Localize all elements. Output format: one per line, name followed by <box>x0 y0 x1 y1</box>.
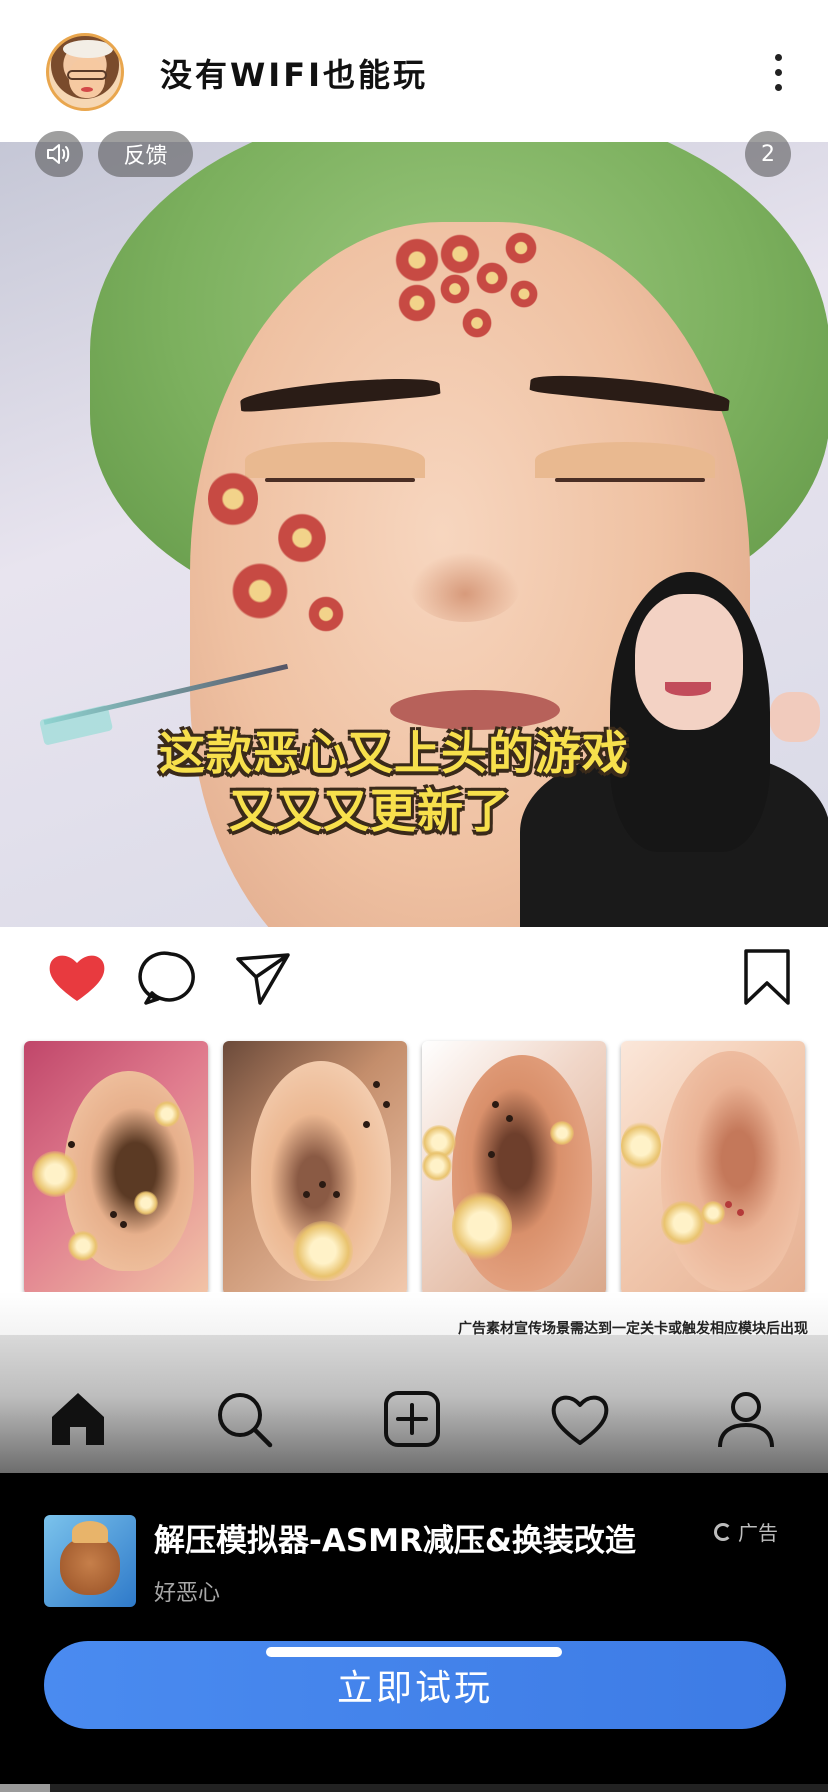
ad-marker-icon <box>714 1522 732 1541</box>
app-icon[interactable] <box>44 1515 136 1607</box>
bookmark-icon[interactable] <box>734 945 800 1011</box>
sound-toggle-button[interactable] <box>35 131 83 177</box>
thumbnail-2[interactable] <box>223 1041 407 1295</box>
thumbnail-1[interactable] <box>24 1041 208 1295</box>
comment-icon[interactable] <box>138 945 204 1011</box>
add-icon[interactable] <box>380 1387 444 1451</box>
thumbnail-4[interactable] <box>621 1041 805 1295</box>
post-actions <box>0 927 828 1037</box>
countdown-badge: 2 <box>745 131 791 177</box>
ad-label: 广告 <box>714 1517 778 1546</box>
speaker-icon <box>47 144 70 164</box>
video-progress-bar <box>0 1784 828 1792</box>
heart-icon[interactable] <box>44 945 110 1011</box>
favorites-icon[interactable] <box>548 1387 612 1451</box>
creative-thumbnails <box>0 1037 828 1295</box>
ad-video[interactable]: 这款恶心又上头的游戏 又又又更新了 <box>0 142 828 927</box>
search-icon[interactable] <box>212 1387 276 1451</box>
profile-icon[interactable] <box>714 1387 778 1451</box>
share-icon[interactable] <box>230 945 296 1011</box>
thumbnail-3[interactable] <box>422 1041 606 1295</box>
more-options-icon[interactable] <box>772 54 784 94</box>
app-name[interactable]: 解压模拟器-ASMR减压&换装改造 <box>154 1515 636 1560</box>
video-caption-line1: 这款恶心又上头的游戏 <box>159 726 629 780</box>
ad-subtitle: 好恶心 <box>154 1581 221 1606</box>
home-icon[interactable] <box>46 1387 110 1451</box>
ad-card: 解压模拟器-ASMR减压&换装改造 好恶心 广告 立即试玩 <box>0 1473 828 1792</box>
account-name[interactable]: 没有WIFI也能玩 <box>160 50 428 96</box>
video-caption-line2: 又又又更新了 <box>229 784 511 838</box>
feedback-button[interactable]: 反馈 <box>98 131 193 177</box>
home-indicator[interactable] <box>266 1647 562 1657</box>
post-header: 没有WIFI也能玩 <box>0 0 828 142</box>
account-avatar[interactable] <box>46 33 124 111</box>
bottom-nav <box>0 1335 828 1473</box>
